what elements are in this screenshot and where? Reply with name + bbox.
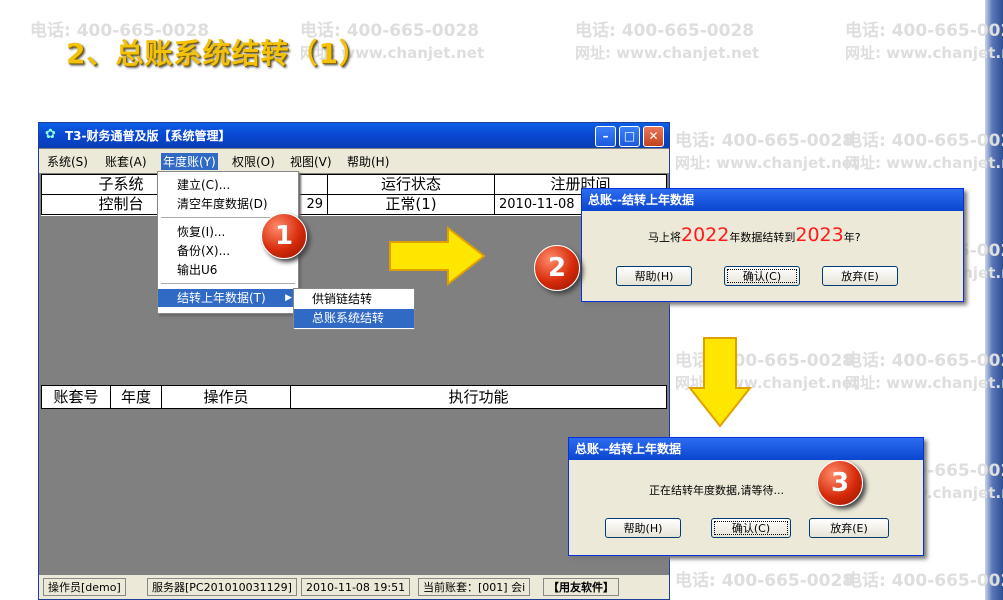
window-title: T3-财务通普及版【系统管理】 — [65, 129, 231, 143]
menu-bar: 系统(S) 账套(A) 年度账(Y) 权限(O) 视图(V) 帮助(H) — [39, 149, 669, 173]
menu-item-clear-year-data[interactable]: 清空年度数据(D) — [158, 195, 298, 213]
dialog-message: 马上将2022年数据结转到2023年? — [648, 224, 861, 246]
cancel-button[interactable]: 放弃(E) — [809, 518, 889, 538]
watermark: 电话: 400-665-0028 — [675, 571, 855, 591]
maximize-button[interactable]: □ — [619, 126, 640, 147]
col-header-function: 执行功能 — [290, 385, 667, 409]
menu-item-create[interactable]: 建立(C)... — [158, 176, 298, 194]
menu-permission[interactable]: 权限(O) — [232, 153, 275, 170]
close-button[interactable]: ✕ — [643, 126, 664, 147]
carry-forward-confirm-dialog: 总账--结转上年数据 马上将2022年数据结转到2023年? 帮助(H) 确认(… — [581, 188, 964, 302]
dialog-message: 正在结转年度数据,请等待... — [649, 484, 784, 497]
app-icon: ✿ — [45, 127, 56, 142]
menu-separator — [161, 283, 295, 284]
dialog-title[interactable]: 总账--结转上年数据 — [569, 438, 923, 460]
step-badge-2: 2 — [534, 245, 580, 291]
col-header-year: 年度 — [110, 385, 162, 409]
step-badge-1: 1 — [261, 213, 307, 259]
menu-view[interactable]: 视图(V) — [290, 153, 332, 170]
watermark: 电话: 400-665-0028 — [845, 571, 1003, 591]
minimize-button[interactable]: – — [595, 126, 616, 147]
menu-help[interactable]: 帮助(H) — [347, 153, 389, 170]
slide-title: 2、总账系统结转（1） — [66, 37, 368, 70]
status-datetime: 2010-11-08 19:51 — [301, 578, 411, 596]
status-brand: 【用友软件】 — [543, 578, 619, 596]
cell-status[interactable]: 正常(1) — [327, 194, 495, 215]
status-operator: 操作员[demo] — [43, 578, 126, 596]
slide-right-border — [985, 0, 1003, 600]
carry-forward-submenu: 供销链结转 总账系统结转 — [293, 288, 415, 330]
year-from: 2022 — [681, 224, 730, 246]
submenu-item-general-ledger[interactable]: 总账系统结转 — [294, 309, 414, 328]
carry-forward-progress-dialog: 总账--结转上年数据 正在结转年度数据,请等待... 帮助(H) 确认(C) 放… — [568, 437, 924, 556]
col-header-status: 运行状态 — [327, 174, 495, 195]
menu-item-carry-forward-label: 结转上年数据(T) — [177, 291, 266, 305]
subsystem-table: 子系统 运行状态 注册时间 控制台 29 正常(1) 2010-11-08 — [41, 174, 667, 216]
confirm-button[interactable]: 确认(C) — [711, 518, 791, 538]
watermark: 电话: 400-665-0028网址: www.chanjet.net — [845, 21, 1003, 62]
menu-item-export-u6[interactable]: 输出U6 — [158, 261, 298, 279]
watermark: 电话: 400-665-0028网址: www.chanjet.net — [845, 131, 1003, 172]
year-to: 2023 — [795, 224, 844, 246]
down-arrow-icon — [688, 337, 752, 428]
status-current-account: 当前账套：[001] 会i — [418, 578, 531, 596]
col-header-account-no: 账套号 — [41, 385, 111, 409]
right-arrow-icon — [389, 226, 486, 286]
submenu-item-supply-chain[interactable]: 供销链结转 — [294, 290, 414, 309]
window-titlebar[interactable]: ✿ T3-财务通普及版【系统管理】 – □ ✕ — [39, 123, 669, 148]
col-header-operator: 操作员 — [161, 385, 291, 409]
watermark: 电话: 400-665-0028网址: www.chanjet.net — [675, 131, 860, 172]
menu-account-set[interactable]: 账套(A) — [105, 153, 147, 170]
cancel-button[interactable]: 放弃(E) — [822, 266, 898, 286]
submenu-arrow-icon: ▶ — [285, 293, 292, 303]
dialog-title[interactable]: 总账--结转上年数据 — [582, 189, 963, 211]
task-table: 账套号 年度 操作员 执行功能 — [41, 385, 667, 409]
watermark: 电话: 400-665-0028网址: www.chanjet.net — [575, 21, 760, 62]
status-server: 服务器[PC201010031129] — [147, 578, 297, 596]
help-button[interactable]: 帮助(H) — [605, 518, 681, 538]
step-badge-3: 3 — [817, 460, 863, 506]
menu-year-account[interactable]: 年度账(Y) — [161, 153, 218, 170]
status-bar: 操作员[demo] 服务器[PC201010031129] 2010-11-08… — [39, 575, 669, 599]
menu-system[interactable]: 系统(S) — [47, 153, 88, 170]
menu-item-carry-forward[interactable]: 结转上年数据(T) ▶ — [158, 289, 298, 307]
watermark: 电话: 400-665-0028网址: www.chanjet.net — [845, 351, 1003, 392]
help-button[interactable]: 帮助(H) — [616, 266, 692, 286]
confirm-button[interactable]: 确认(C) — [724, 266, 800, 286]
